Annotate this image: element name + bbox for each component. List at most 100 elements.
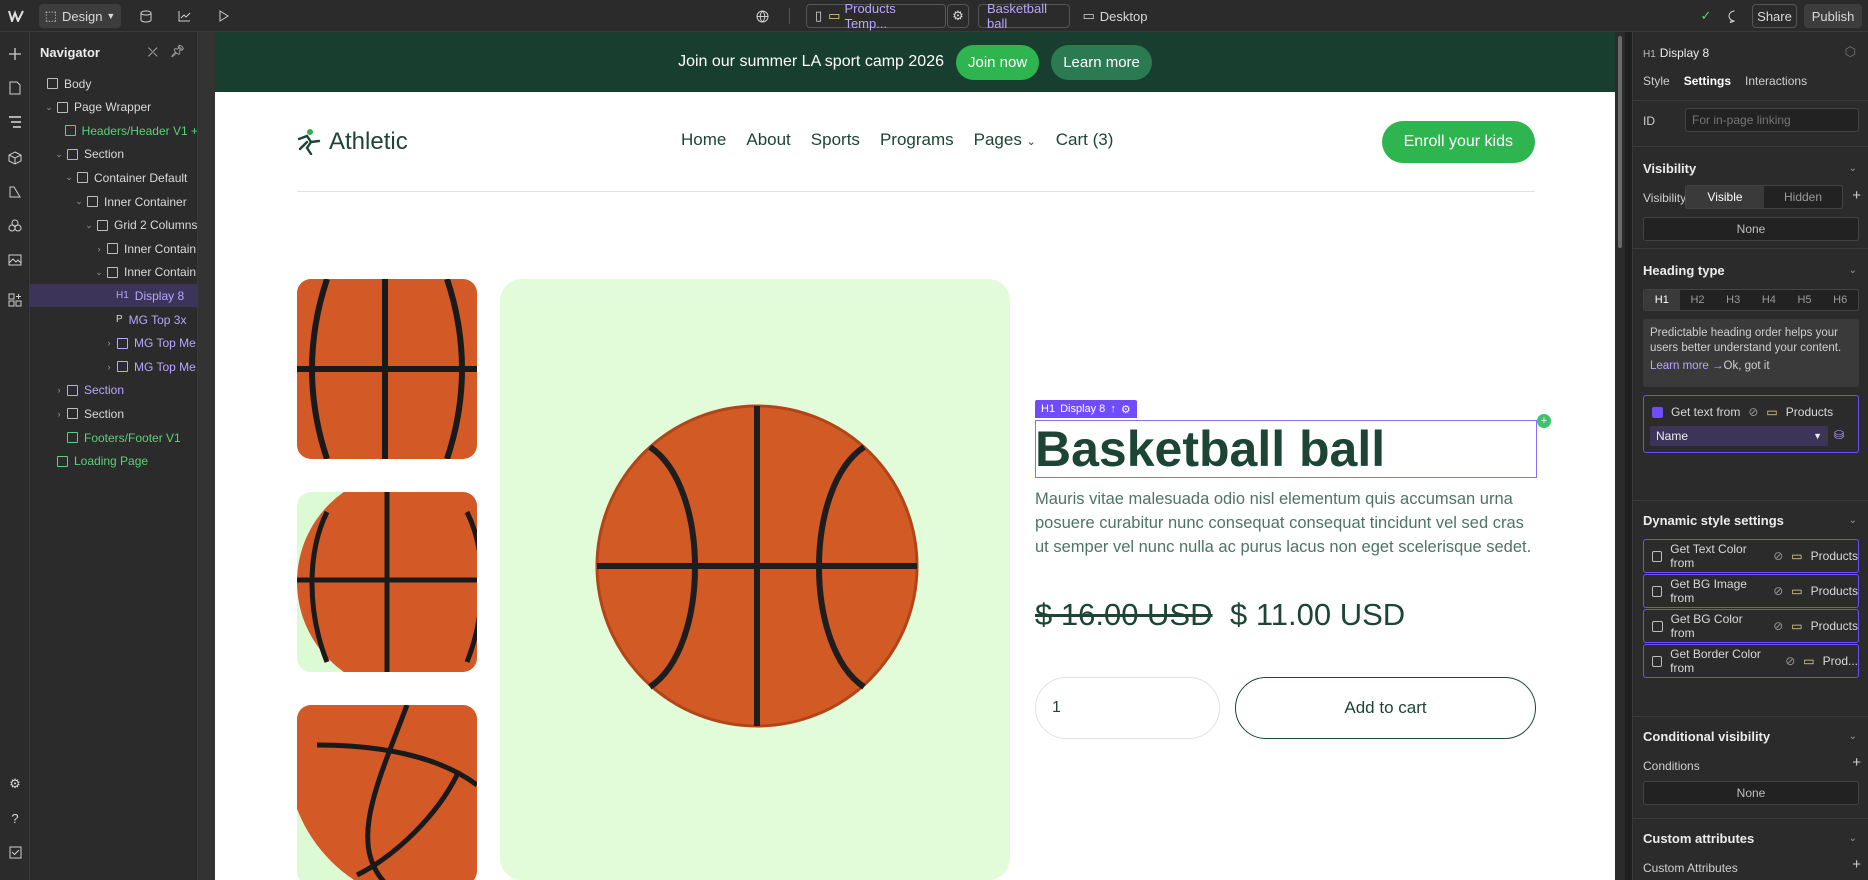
heading-tab-h5[interactable]: H5 <box>1787 290 1823 310</box>
heading-tab-h2[interactable]: H2 <box>1680 290 1716 310</box>
navigator-item[interactable]: H1 Display 8 <box>30 284 197 308</box>
tab-interactions[interactable]: Interactions <box>1745 74 1807 88</box>
heading-tab-h4[interactable]: H4 <box>1751 290 1787 310</box>
settings-gear-icon[interactable]: ⚙ <box>0 770 30 798</box>
navigator-item[interactable]: › Section <box>30 379 197 402</box>
dynamic-style-row[interactable]: Get BG Color from ⊘ ▭ Products <box>1643 609 1859 643</box>
navigator-icon[interactable] <box>0 108 30 136</box>
navigator-item[interactable]: Loading Page <box>30 450 197 473</box>
chevron-down-icon[interactable]: ⌄ <box>84 220 94 231</box>
apps-icon[interactable] <box>0 286 30 314</box>
navigator-item[interactable]: › Inner Contain <box>30 237 197 260</box>
chevron-right-icon[interactable]: › <box>54 385 64 395</box>
navigator-item[interactable]: ⌄ Page Wrapper <box>30 96 197 119</box>
learn-more-button[interactable]: Learn more <box>1051 44 1152 80</box>
dynamic-style-checkbox[interactable] <box>1652 655 1663 667</box>
navigator-item[interactable]: ⌄ Inner Contain <box>30 261 197 284</box>
dynamic-style-row[interactable]: Get BG Image from ⊘ ▭ Products <box>1643 574 1859 608</box>
variables-icon[interactable] <box>0 178 30 206</box>
navigator-item[interactable]: Headers/Header V1 + <box>30 119 197 142</box>
navigator-item[interactable]: P MG Top 3x <box>30 308 197 331</box>
navigator-item[interactable]: Body <box>30 72 197 95</box>
element-settings-gear-icon[interactable]: ⚙ <box>1121 403 1131 416</box>
chevron-down-icon[interactable]: ⌄ <box>1849 833 1857 844</box>
join-now-button[interactable]: Join now <box>955 44 1040 80</box>
navigator-item[interactable]: ⌄ Inner Container <box>30 190 197 213</box>
mode-dropdown[interactable]: ⬚ Design ▼ <box>39 4 121 28</box>
element-selection-tag[interactable]: H1 Display 8 ↑ ⚙ <box>1035 400 1137 418</box>
heading-tab-h1[interactable]: H1 <box>1644 290 1680 310</box>
navigator-item[interactable]: ⌄ Section <box>30 143 197 166</box>
arrow-up-icon[interactable]: ↑ <box>1110 403 1116 415</box>
database-icon[interactable]: ⛁ <box>1834 428 1844 442</box>
add-element-plus-icon[interactable]: + <box>1537 414 1551 428</box>
assets-image-icon[interactable] <box>0 246 30 274</box>
navigator-item[interactable]: › Section <box>30 402 197 425</box>
product-thumbnail-3[interactable] <box>297 705 477 880</box>
preview-play-icon[interactable] <box>214 0 234 32</box>
id-input[interactable] <box>1685 108 1859 132</box>
collapse-icon[interactable]: ⤫ <box>148 45 158 60</box>
page-template-tab[interactable]: ▯ ▭ Products Temp... <box>806 1 946 31</box>
product-thumbnail-2[interactable] <box>297 492 477 672</box>
styles-drops-icon[interactable] <box>0 212 30 240</box>
conditions-none-box[interactable]: None <box>1643 781 1859 805</box>
quantity-input[interactable]: 1 <box>1035 677 1220 739</box>
chevron-down-icon[interactable]: ⌄ <box>1849 515 1857 526</box>
dynamic-style-checkbox[interactable] <box>1652 620 1663 632</box>
navigator-item[interactable]: Footers/Footer V1 <box>30 426 197 449</box>
menu-about[interactable]: About <box>746 130 790 150</box>
ok-got-it-link[interactable]: Ok, got it <box>1724 360 1770 372</box>
add-to-cart-button[interactable]: Add to cart <box>1235 677 1536 739</box>
heading-tab-h3[interactable]: H3 <box>1715 290 1751 310</box>
hidden-option[interactable]: Hidden <box>1764 186 1842 208</box>
collection-item-tab[interactable]: Basketball ball <box>978 1 1070 31</box>
tab-settings[interactable]: Settings <box>1684 74 1731 88</box>
chevron-down-icon[interactable]: ⌄ <box>1849 731 1857 742</box>
menu-home[interactable]: Home <box>681 130 726 150</box>
add-condition-plus-icon[interactable]: + <box>1852 187 1861 204</box>
pages-icon[interactable] <box>0 74 30 102</box>
dynamic-style-row[interactable]: Get Text Color from ⊘ ▭ Products <box>1643 539 1859 573</box>
template-settings-gear-icon[interactable]: ⚙ <box>947 4 969 28</box>
add-panel-plus-icon[interactable] <box>0 40 30 68</box>
chevron-down-icon[interactable]: ⌄ <box>64 172 74 183</box>
menu-programs[interactable]: Programs <box>880 130 954 150</box>
share-button[interactable]: Share <box>1752 4 1797 28</box>
globe-icon[interactable] <box>752 0 772 32</box>
dynamic-style-row[interactable]: Get Border Color from ⊘ ▭ Prod... <box>1643 644 1859 678</box>
components-icon[interactable] <box>0 144 30 172</box>
component-cube-icon[interactable]: ⬡ <box>1845 44 1856 60</box>
help-icon[interactable]: ? <box>0 804 30 832</box>
chevron-right-icon[interactable]: › <box>54 409 64 419</box>
canvas-scrollbar[interactable] <box>1615 32 1625 880</box>
visible-option[interactable]: Visible <box>1686 186 1764 208</box>
menu-pages[interactable]: Pages ⌄ <box>974 130 1036 150</box>
dynamic-style-checkbox[interactable] <box>1652 550 1663 562</box>
scrollbar-thumb[interactable] <box>1618 36 1622 248</box>
product-title[interactable]: Basketball ball <box>1035 421 1385 477</box>
tab-style[interactable]: Style <box>1643 74 1670 88</box>
chevron-down-icon[interactable]: ⌄ <box>54 149 64 160</box>
chevron-down-icon[interactable]: ⌄ <box>1849 265 1857 276</box>
navigator-item[interactable]: › MG Top Me <box>30 355 197 378</box>
product-thumbnail-1[interactable] <box>297 279 477 459</box>
navigator-item[interactable]: › MG Top Me <box>30 332 197 355</box>
field-dropdown[interactable]: Name ▼ <box>1650 426 1828 446</box>
audit-checkbox-icon[interactable] <box>0 838 30 866</box>
add-attribute-plus-icon[interactable]: + <box>1852 856 1861 873</box>
comment-icon[interactable] <box>1724 0 1744 32</box>
pin-icon[interactable]: 📌︎ <box>170 44 185 58</box>
navigator-item[interactable]: ⌄ Grid 2 Columns <box>30 214 197 237</box>
site-logo[interactable]: Athletic <box>297 128 408 156</box>
learn-more-link[interactable]: Learn more → <box>1650 360 1724 372</box>
cms-icon[interactable] <box>136 0 156 32</box>
breakpoint-selector[interactable]: ▭ Desktop <box>1080 0 1150 32</box>
dynamic-style-checkbox[interactable] <box>1652 585 1663 597</box>
chevron-right-icon[interactable]: › <box>94 244 104 254</box>
chevron-down-icon[interactable]: ⌄ <box>74 196 84 207</box>
chevron-down-icon[interactable]: ⌄ <box>44 102 54 113</box>
enroll-button[interactable]: Enroll your kids <box>1381 121 1535 163</box>
webflow-logo-icon[interactable] <box>6 0 26 32</box>
menu-sports[interactable]: Sports <box>811 130 860 150</box>
